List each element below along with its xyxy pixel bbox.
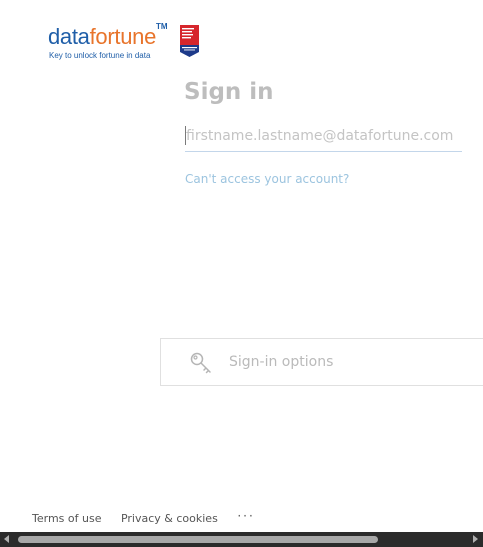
sign-in-options-label: Sign-in options bbox=[229, 354, 334, 370]
logo-tagline: Key to unlock fortune in data bbox=[49, 51, 151, 60]
logo-word-part2: fortune bbox=[89, 24, 157, 49]
great-place-to-work-badge-icon bbox=[180, 25, 199, 57]
page-title: Sign in bbox=[184, 79, 274, 105]
sign-in-options-button[interactable]: Sign-in options bbox=[160, 338, 483, 386]
more-options-button[interactable]: ··· bbox=[237, 509, 254, 523]
scroll-left-arrow-icon[interactable] bbox=[4, 535, 9, 543]
logo-word-part1: data bbox=[48, 24, 90, 49]
cant-access-account-link[interactable]: Can't access your account? bbox=[185, 172, 349, 186]
email-field-container bbox=[185, 122, 463, 152]
footer: Terms of use Privacy & cookies ··· bbox=[32, 509, 255, 527]
terms-of-use-link[interactable]: Terms of use bbox=[32, 512, 101, 525]
horizontal-scrollbar[interactable] bbox=[0, 532, 483, 547]
key-icon bbox=[190, 352, 211, 374]
logo-wordmark: datafortune bbox=[48, 24, 156, 50]
logo-trademark: TM bbox=[156, 22, 168, 31]
privacy-cookies-link[interactable]: Privacy & cookies bbox=[121, 512, 218, 525]
scrollbar-thumb[interactable] bbox=[18, 536, 378, 543]
scroll-right-arrow-icon[interactable] bbox=[473, 535, 478, 543]
email-field[interactable] bbox=[185, 122, 463, 150]
